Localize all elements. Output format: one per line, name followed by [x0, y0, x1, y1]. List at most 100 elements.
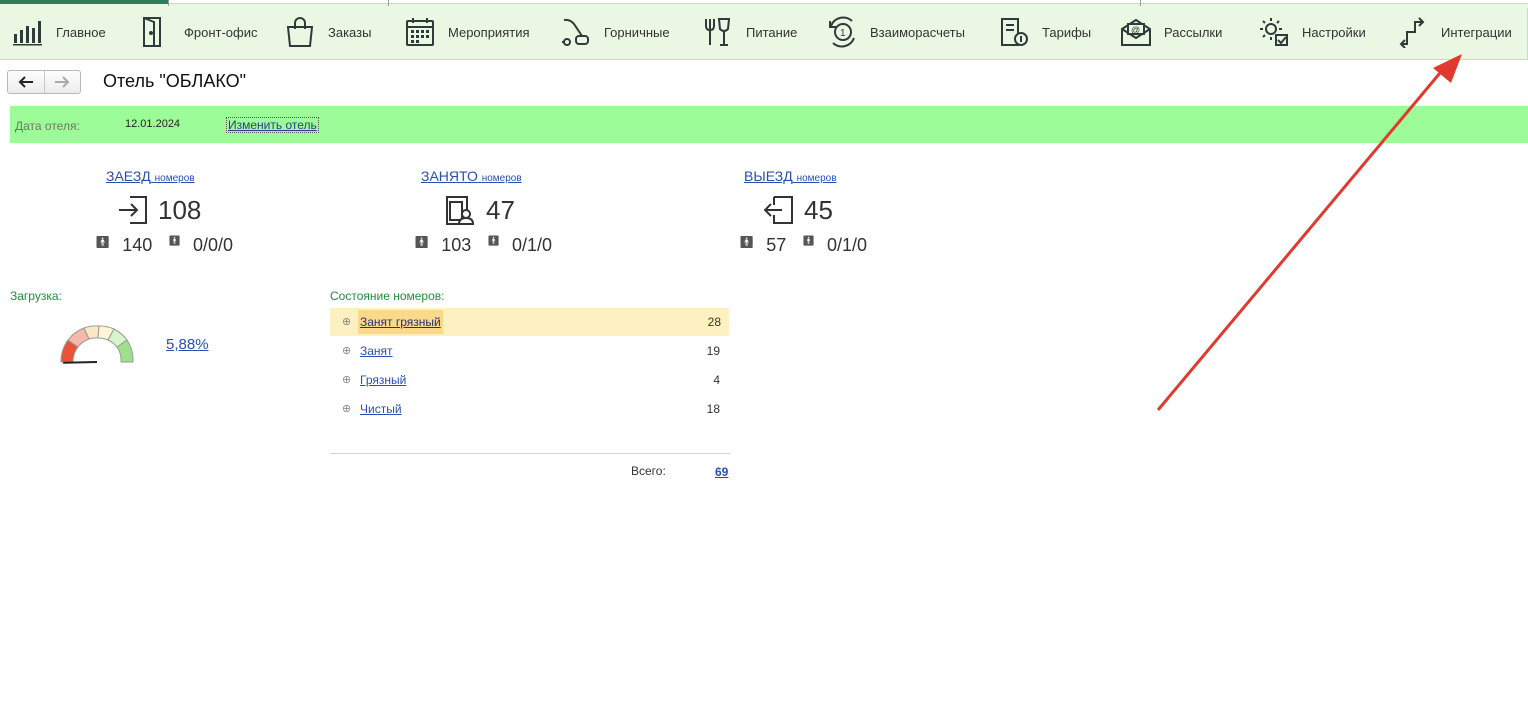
nav-item-orders[interactable]: Заказы — [284, 14, 371, 50]
nav-item-label: Горничные — [604, 24, 670, 40]
top-navigation: Главное Фронт-офис Заказы Мероприятия Го… — [0, 0, 1528, 60]
coin-cycle-icon: 1 — [829, 16, 855, 48]
load-value-link[interactable]: 5,88% — [166, 336, 209, 353]
room-state-row: ⊕ Занят 19 — [330, 337, 729, 365]
nav-item-settings[interactable]: Настройки — [1258, 14, 1366, 50]
occupied-rooms-link[interactable]: ЗАНЯТО номеров — [421, 168, 522, 184]
nav-item-label: Взаиморасчеты — [870, 24, 965, 40]
room-state-link[interactable]: Занят — [360, 344, 393, 358]
gauge-needle — [63, 361, 98, 364]
occupied-count: 47 — [486, 194, 515, 225]
occupied-head: ЗАНЯТО — [421, 168, 478, 184]
departure-rooms-link[interactable]: ВЫЕЗД номеров — [744, 168, 837, 184]
nav-item-food[interactable]: Питание — [702, 14, 797, 50]
nav-item-housekeeping[interactable]: Горничные — [560, 14, 670, 50]
departure-guest-count: 57 — [766, 235, 787, 255]
nav-item-label: Интеграции — [1441, 24, 1512, 40]
chart-bars-icon — [13, 21, 42, 46]
arrival-count: 108 — [158, 194, 202, 225]
gears-icon — [1260, 18, 1288, 46]
arrival-child-counts: 0/0/0 — [192, 235, 234, 255]
tab-separator — [1140, 0, 1141, 6]
expand-icon[interactable]: ⊕ — [342, 344, 351, 357]
arrival-head: ЗАЕЗД — [106, 168, 151, 184]
nav-item-label: Заказы — [328, 24, 372, 40]
tariff-doc-icon — [1001, 18, 1028, 46]
adult-icon: 🚹︎ — [739, 234, 755, 249]
departure-head-unit: номеров — [796, 173, 837, 184]
nav-item-settlements[interactable]: 1 Взаиморасчеты — [826, 14, 965, 50]
tab-separator — [168, 0, 169, 6]
nav-item-tariffs[interactable]: Тарифы — [998, 14, 1091, 50]
room-state-link[interactable]: Чистый — [360, 402, 402, 416]
arrival-guest-count: 140 — [122, 235, 153, 255]
room-state-link[interactable]: Грязный — [360, 373, 406, 387]
nav-item-label: Главное — [56, 24, 106, 40]
departure-count: 45 — [804, 194, 833, 225]
child-icon: 🚹︎ — [487, 236, 500, 247]
adult-icon: 🚹︎ — [95, 234, 111, 249]
load-label: Загрузка: — [10, 289, 62, 303]
hotel-date-bar: Дата отеля: 12.01.2024 Изменить отель — [10, 106, 1528, 143]
room-state-count: 28 — [707, 315, 721, 329]
expand-icon[interactable]: ⊕ — [342, 373, 351, 386]
expand-icon[interactable]: ⊕ — [342, 402, 351, 415]
nav-item-front-office[interactable]: Фронт-офис — [140, 14, 258, 50]
nav-item-label: Мероприятия — [448, 24, 530, 40]
history-navigation — [7, 70, 81, 94]
room-state-row: ⊕ Чистый 18 — [330, 395, 729, 423]
expand-icon[interactable]: ⊕ — [342, 315, 351, 328]
room-state-link[interactable]: Занят грязный — [358, 310, 443, 334]
arrival-guests: 🚹︎ 140 🚹︎ 0/0/0 — [95, 235, 233, 256]
arrow-left-icon — [18, 76, 33, 88]
arrival-count-block: 108 — [118, 193, 201, 227]
active-tab-indicator — [0, 0, 168, 4]
back-button[interactable] — [8, 71, 44, 93]
tab-separator — [388, 0, 389, 6]
total-value-link[interactable]: 69 — [715, 465, 728, 479]
nav-item-mailings[interactable]: @ Рассылки — [1120, 14, 1222, 50]
room-state-row: ⊕ Грязный 4 — [330, 366, 729, 394]
room-state-row: ⊕ Занят грязный 28 — [330, 308, 729, 336]
total-divider — [330, 453, 730, 454]
hotel-date-label: Дата отеля: — [15, 119, 80, 133]
change-hotel-link[interactable]: Изменить отель — [226, 117, 319, 133]
room-state-count: 18 — [706, 402, 720, 416]
shopping-bag-icon — [286, 17, 314, 47]
departure-child-counts: 0/1/0 — [826, 235, 868, 255]
nav-item-label: Питание — [746, 24, 798, 40]
adult-icon: 🚹︎ — [414, 234, 430, 249]
child-icon: 🚹︎ — [168, 236, 181, 247]
child-icon: 🚹︎ — [802, 236, 815, 247]
integration-arrows-icon — [1399, 17, 1425, 48]
nav-item-events[interactable]: Мероприятия — [404, 14, 530, 50]
occupied-guests: 🚹︎ 103 🚹︎ 0/1/0 — [414, 235, 552, 256]
room-states-label: Состояние номеров: — [330, 289, 445, 303]
arrival-rooms-link[interactable]: ЗАЕЗД номеров — [106, 168, 195, 184]
nav-item-main[interactable]: Главное — [12, 14, 106, 50]
occupied-child-counts: 0/1/0 — [511, 235, 553, 255]
hotel-date-value: 12.01.2024 — [125, 118, 181, 130]
occupied-head-unit: номеров — [481, 173, 522, 184]
occupied-room-icon — [446, 196, 475, 225]
nav-item-label: Фронт-офис — [184, 24, 258, 40]
total-label: Всего: — [631, 464, 666, 478]
vacuum-cleaner-icon — [562, 18, 589, 46]
nav-item-label: Тарифы — [1042, 24, 1092, 40]
svg-text:1: 1 — [840, 28, 846, 39]
departure-guests: 🚹︎ 57 🚹︎ 0/1/0 — [739, 235, 867, 256]
load-gauge — [60, 325, 134, 364]
forward-button[interactable] — [43, 71, 81, 93]
check-out-icon — [764, 196, 793, 224]
occupied-count-block: 47 — [444, 193, 515, 227]
page-title: Отель "ОБЛАКО" — [103, 71, 247, 91]
departure-count-block: 45 — [764, 193, 833, 227]
room-state-count: 19 — [706, 344, 720, 358]
departure-head: ВЫЕЗД — [744, 168, 793, 184]
fork-glass-icon — [705, 18, 731, 46]
nav-item-integrations[interactable]: Интеграции — [1397, 14, 1512, 50]
room-state-count: 4 — [713, 373, 720, 387]
nav-item-label: Рассылки — [1164, 24, 1223, 40]
envelope-at-icon: @ — [1121, 18, 1151, 46]
svg-text:@: @ — [1131, 25, 1140, 35]
